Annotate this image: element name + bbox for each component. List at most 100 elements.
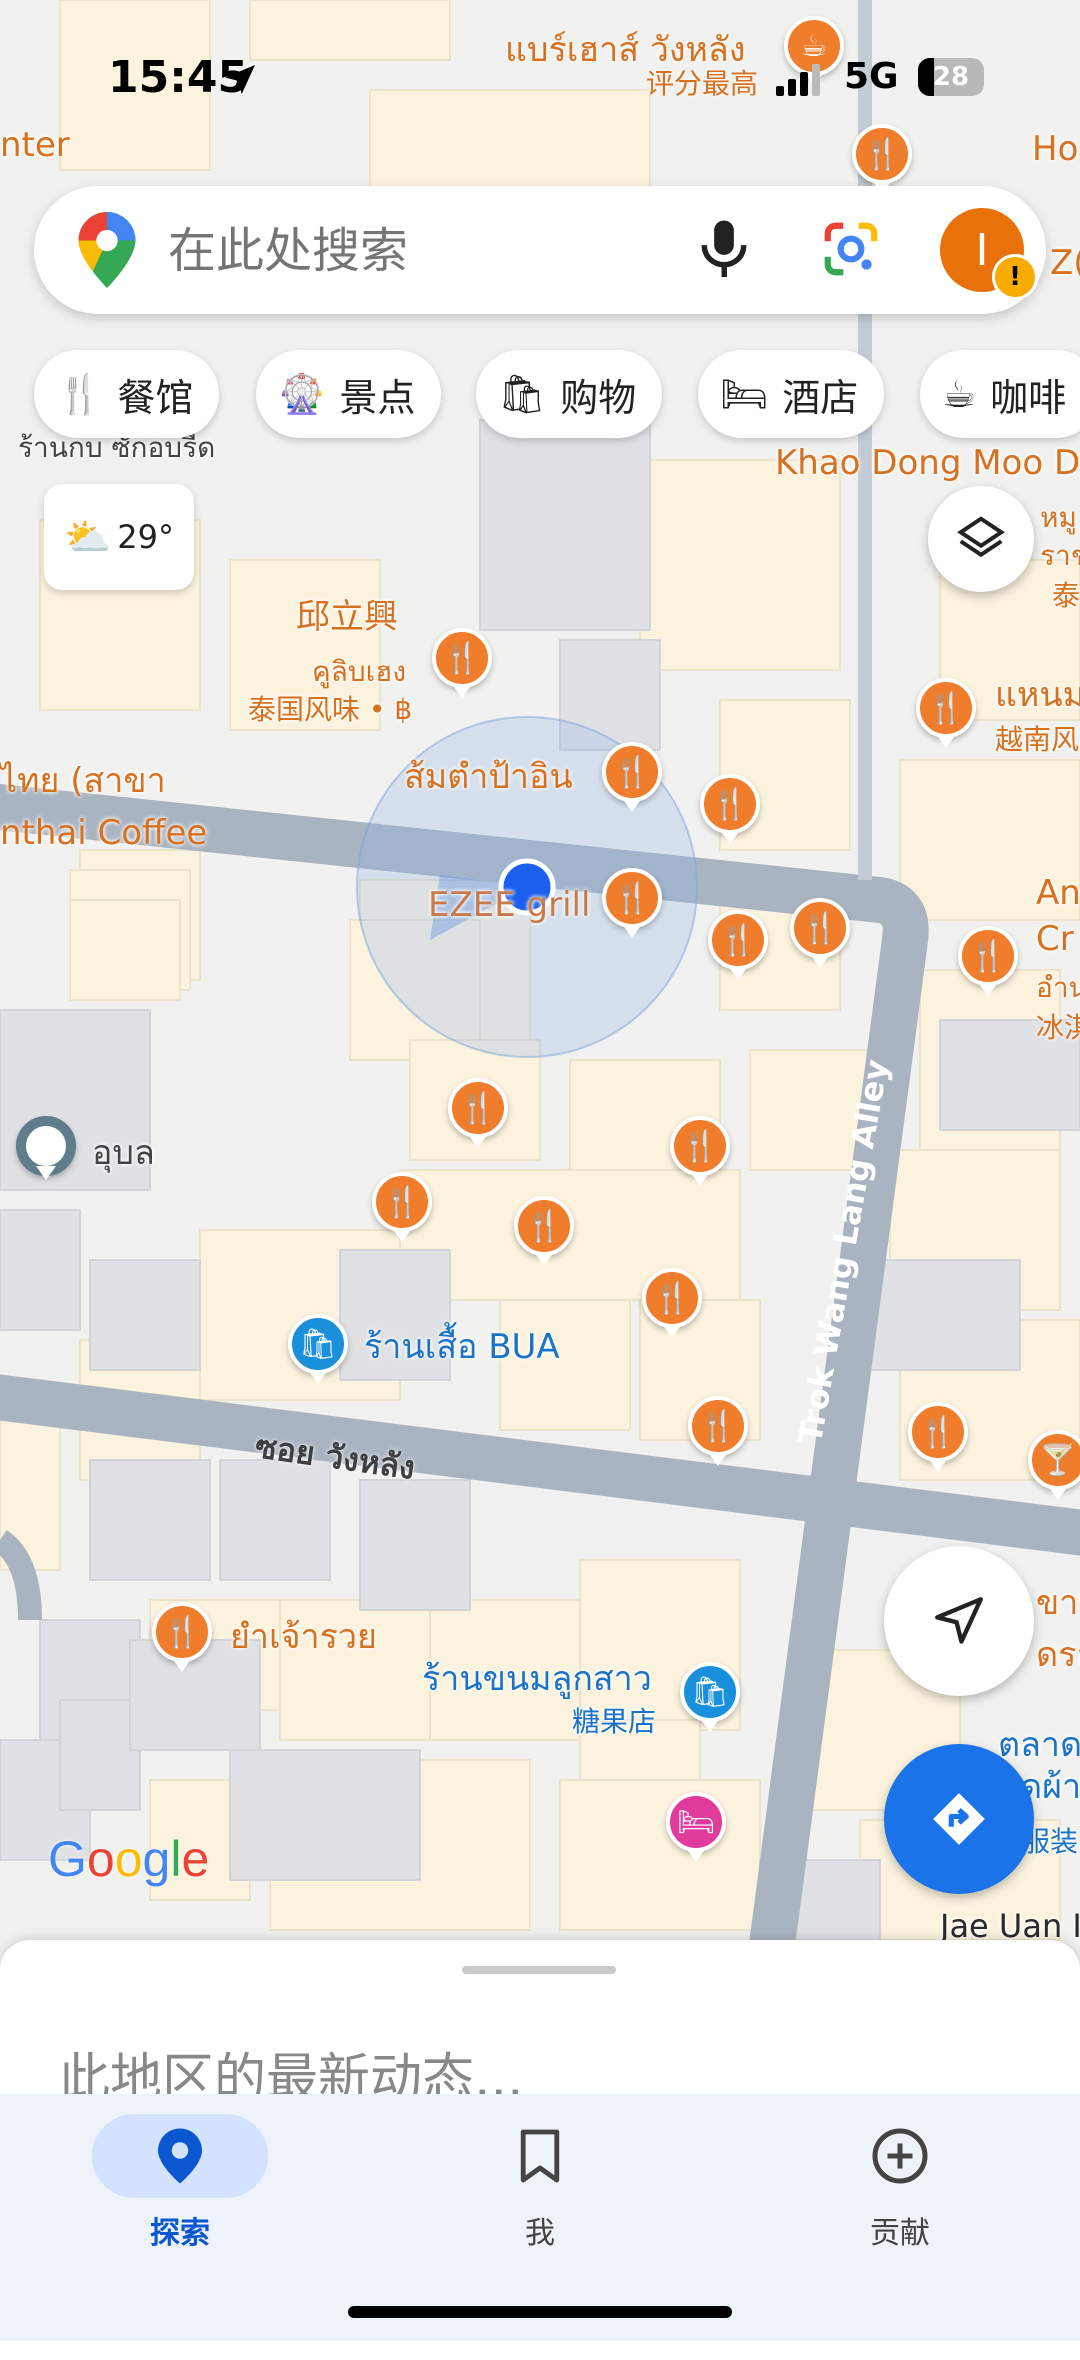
restaurant-poi-icon[interactable]: 🍴 [152,1602,212,1662]
microphone-icon[interactable] [694,218,754,282]
map-label: 越南风 [995,723,1080,756]
tab-explore[interactable]: 探索 [80,2114,280,2252]
map-label: ร้านขนมลูกสาว [422,1659,652,1699]
map-label: An [1036,873,1080,913]
map-label: ยำเจ้ารวย [230,1617,377,1657]
chip-label: 酒店 [782,375,859,420]
google-maps-logo-icon [78,212,136,288]
chip-shopping[interactable]: 🛍 购物 [476,350,663,438]
status-bar: 15:45 แบร์เฮาส์ วังหลัง 评分最高 5G 28 [0,30,1080,112]
restaurant-poi-icon[interactable]: 🍴 [790,898,850,958]
map-label: 邱立興 [296,597,398,637]
google-lens-icon[interactable] [820,218,882,280]
restaurant-poi-icon[interactable]: 🍴 [602,868,662,928]
shopping-poi-icon[interactable]: 🛍 [680,1662,740,1722]
location-arrow-icon [225,65,255,95]
restaurant-poi-icon[interactable]: 🍴 [852,124,912,184]
map-label: Z( [1050,243,1080,283]
chip-label: 景点 [339,375,416,420]
map-label: ขาย [1036,1583,1080,1623]
chip-coffee[interactable]: ☕ 咖啡 [920,350,1080,438]
map-label: ส้มตำป้าอิน [404,757,573,797]
google-logo: Google [48,1831,210,1887]
restaurant-poi-icon[interactable]: 🍴 [908,1402,968,1462]
restaurant-poi-icon[interactable]: 🍴 [688,1396,748,1456]
warning-badge-icon: ! [992,254,1038,300]
restaurant-icon: 🍴 [56,371,104,416]
map-label: อุบล [92,1133,155,1173]
weather-temp: 29° [117,518,175,556]
overlay-rating-label: 评分最高 [646,67,759,100]
navigation-arrow-icon [935,1597,983,1644]
map-label: ราช [1040,539,1080,572]
bookmark-icon [520,2129,560,2183]
chip-restaurants[interactable]: 🍴 餐馆 [34,350,220,438]
sheet-drag-handle[interactable] [462,1966,616,1974]
map-label: แหนม [995,675,1080,715]
chip-hotels[interactable]: 🛏 酒店 [698,350,885,438]
map-label: อำน [1036,971,1080,1004]
home-indicator [348,2306,732,2318]
map-label: 冰淇 [1036,1011,1080,1044]
restaurant-poi-icon[interactable]: 🍴 [642,1268,702,1328]
restaurant-poi-icon[interactable]: 🍴 [670,1116,730,1176]
restaurant-poi-icon[interactable]: 🍴 [514,1196,574,1256]
directions-button[interactable] [884,1744,1034,1894]
layers-icon [957,516,1005,558]
map-label: ร้านเสื้อ BUA [364,1327,560,1367]
hotel-bed-icon: 🛏 [720,371,769,416]
map-label: หมู [1040,501,1077,534]
chip-label: 咖啡 [990,375,1067,420]
tab-label: 我 [525,2216,555,2251]
map-label: 泰 [1052,579,1080,612]
tab-label: 贡献 [870,2216,930,2251]
location-pin-icon [158,2128,202,2184]
directions-icon [933,1793,985,1845]
attraction-icon: 🎡 [278,371,326,416]
network-label: 5G [844,56,899,97]
restaurant-poi-icon[interactable]: 🍴 [700,774,760,834]
hotel-poi-icon[interactable]: 🛏 [666,1792,726,1852]
battery-level: 28 [932,62,970,92]
map-label: Khao Dong Moo D [775,443,1080,483]
layers-button[interactable] [928,486,1034,592]
tab-contribute[interactable]: 贡献 [800,2116,1000,2252]
restaurant-poi-icon[interactable]: 🍴 [916,678,976,738]
chip-attractions[interactable]: 🎡 景点 [256,350,442,438]
coffee-cup-icon: ☕ [942,372,977,416]
map-label: ไทย (สาขา [0,761,166,801]
search-input[interactable] [166,212,690,290]
restaurant-poi-icon[interactable]: 🍴 [958,926,1018,986]
avatar-letter: I [975,224,989,276]
chip-label: 购物 [560,375,637,420]
my-location-button[interactable] [884,1546,1034,1696]
map-label: nter [0,125,70,165]
shopping-poi-icon[interactable]: 🛍 [288,1314,348,1374]
add-circle-icon [872,2128,928,2184]
restaurant-poi-icon[interactable]: 🍴 [432,628,492,688]
search-bar[interactable]: I ! [34,186,1046,314]
map-label: ดรล [1036,1635,1080,1675]
map-label: ตลาดวัง [998,1725,1080,1765]
battery-icon: 28 [918,58,984,96]
chip-label: 餐馆 [117,375,194,420]
map-label: Cr [1036,919,1074,959]
restaurant-poi-icon[interactable]: 🍴 [448,1078,508,1138]
signal-icon [776,64,820,96]
restaurant-poi-icon[interactable]: 🍴 [372,1172,432,1232]
place-poi-icon[interactable] [16,1116,76,1176]
map-label: nthai Coffee [0,813,208,853]
map-label: 泰国风味 • ฿ [248,693,413,726]
bar-poi-icon[interactable]: 🍸 [1028,1430,1080,1490]
weather-widget[interactable]: ⛅ 29° [44,484,194,590]
map-label: คูลิบเฮง [312,655,406,688]
shopping-bag-icon: 🛍 [498,371,547,416]
partly-cloudy-icon: ⛅ [63,514,112,559]
tab-label: 探索 [150,2216,210,2251]
restaurant-poi-icon[interactable]: 🍴 [602,742,662,802]
map-label: Ho [1032,129,1079,169]
bottom-nav: 探索 我 贡献 [0,2094,1080,2341]
tab-you[interactable]: 我 [440,2116,640,2252]
restaurant-poi-icon[interactable]: 🍴 [708,910,768,970]
map-label: EZEE grill [428,885,591,925]
